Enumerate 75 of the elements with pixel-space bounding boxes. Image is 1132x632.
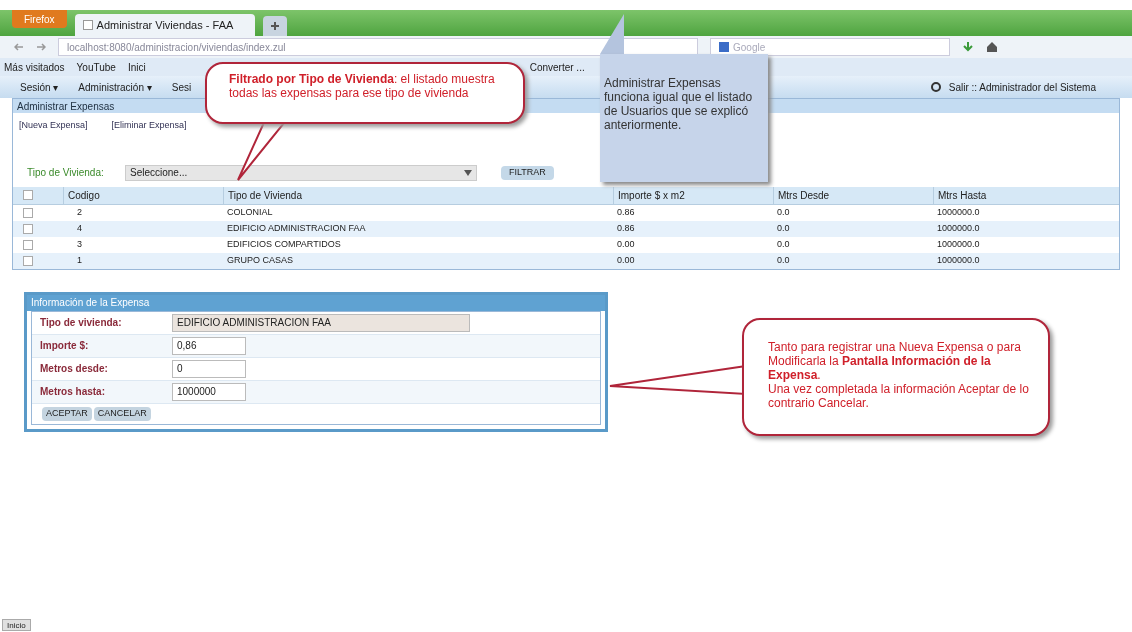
power-icon[interactable]	[930, 82, 941, 92]
menu-item[interactable]: Sesi	[171, 79, 192, 95]
form-button[interactable]: CANCELAR	[93, 406, 151, 421]
field-label: Metros desde:	[39, 362, 109, 376]
checkbox[interactable]	[23, 190, 33, 200]
table-cell-text: 1000000.0	[937, 253, 980, 267]
bookmark-link[interactable]: Más visitados	[4, 59, 65, 75]
new-tab-button[interactable]	[262, 16, 287, 36]
form-header: Información de la Expensa	[27, 294, 605, 311]
table-cell-text: COLONIAL	[227, 205, 273, 219]
input-field[interactable]: 1000000	[172, 382, 246, 401]
checkbox[interactable]	[23, 239, 33, 250]
input-field[interactable]: 0	[172, 359, 246, 378]
bookmark-link[interactable]: YouTube	[76, 59, 116, 75]
browser-tab[interactable]: Administrar Viviendas - FAA	[74, 14, 255, 36]
table-cell-text: 1	[77, 253, 82, 267]
table-cell-text: 1000000.0	[937, 221, 980, 235]
url-field[interactable]: localhost:8080/administracion/viviendas/index.zul	[58, 38, 698, 56]
table-cell-text: 0.00	[617, 253, 635, 267]
home-button[interactable]: Inicio	[2, 619, 31, 631]
note-fold-icon	[600, 14, 624, 54]
bookmark-link[interactable]: Inici	[127, 59, 146, 75]
checkbox[interactable]	[23, 255, 33, 266]
table-cell-text: 0.00	[617, 237, 635, 251]
input-field: EDIFICIO ADMINISTRACION FAA	[172, 313, 470, 332]
field-label: Tipo de vivienda:	[39, 316, 123, 330]
type-dropdown[interactable]: Seleccione...	[125, 164, 477, 181]
action-link[interactable]: [Nueva Expensa]	[19, 119, 88, 133]
page-icon	[82, 20, 93, 30]
note-text: Filtrado por Tipo de Vivienda: el listado muestra todas las expensas para ese tipo de vivienda	[229, 72, 496, 100]
table-cell-text: 0.0	[777, 221, 790, 235]
column-header[interactable]: Mtrs Desde	[773, 186, 933, 204]
table-cell-text: 1000000.0	[937, 205, 980, 219]
checkbox[interactable]	[23, 207, 33, 218]
table-cell-text: 3	[77, 237, 82, 251]
user-link[interactable]: Salir :: Administrador del Sistema	[948, 79, 1096, 95]
download-icon[interactable]	[962, 41, 974, 53]
filter-button[interactable]: FILTRAR	[501, 165, 554, 180]
column-header[interactable]: Importe $ x m2	[613, 186, 773, 204]
input-field[interactable]: 0,86	[172, 336, 246, 355]
plus-icon	[270, 22, 279, 30]
column-header[interactable]: Codigo	[63, 186, 223, 204]
table-cell-text: 0.0	[777, 237, 790, 251]
caret-icon	[464, 169, 472, 176]
bookmark-link[interactable]: Converter ...	[529, 59, 585, 75]
table-cell-text: 0.86	[617, 205, 635, 219]
field-label: Metros hasta:	[39, 385, 106, 399]
search-placeholder: Google	[733, 40, 766, 55]
field-label: Importe $:	[39, 339, 90, 353]
table-cell-text: 2	[77, 205, 82, 219]
table-cell-text: GRUPO CASAS	[227, 253, 293, 267]
url-text: localhost:8080/administracion/viviendas/index.zul	[67, 40, 286, 55]
table-cell-text: 4	[77, 221, 82, 235]
table-cell-text: EDIFICIOS COMPARTIDOS	[227, 237, 341, 251]
dropdown-placeholder: Seleccione...	[130, 166, 188, 180]
table-cell-text: 0.0	[777, 205, 790, 219]
table-cell-text: EDIFICIO ADMINISTRACION FAA	[227, 221, 366, 235]
tab-title: Administrar Viviendas - FAA	[96, 17, 234, 33]
filter-label: Tipo de Vivienda:	[27, 166, 105, 180]
column-header[interactable]: Tipo de Vivienda	[223, 186, 613, 204]
form-button[interactable]: ACEPTAR	[42, 406, 92, 421]
back-icon[interactable]	[14, 42, 24, 52]
note-text: Una vez completada la información Aceptar de lo contrario Cancelar.	[768, 382, 1030, 410]
menu-item[interactable]: Sesión ▾	[20, 79, 59, 95]
search-engine-icon	[719, 42, 729, 52]
home-icon[interactable]	[986, 41, 998, 53]
table-cell-text: 1000000.0	[937, 237, 980, 251]
forward-icon[interactable]	[36, 42, 46, 52]
column-header[interactable]: Mtrs Hasta	[933, 186, 1113, 204]
menu-item[interactable]: Administración ▾	[78, 79, 152, 95]
table-cell-text: 0.0	[777, 253, 790, 267]
action-link[interactable]: [Eliminar Expensa]	[111, 119, 187, 133]
note-text: Tanto para registrar una Nueva Expensa o para Modificarla la Pantalla Información de la Expensa.	[768, 340, 1022, 382]
table-cell-text: 0.86	[617, 221, 635, 235]
checkbox[interactable]	[23, 223, 33, 234]
